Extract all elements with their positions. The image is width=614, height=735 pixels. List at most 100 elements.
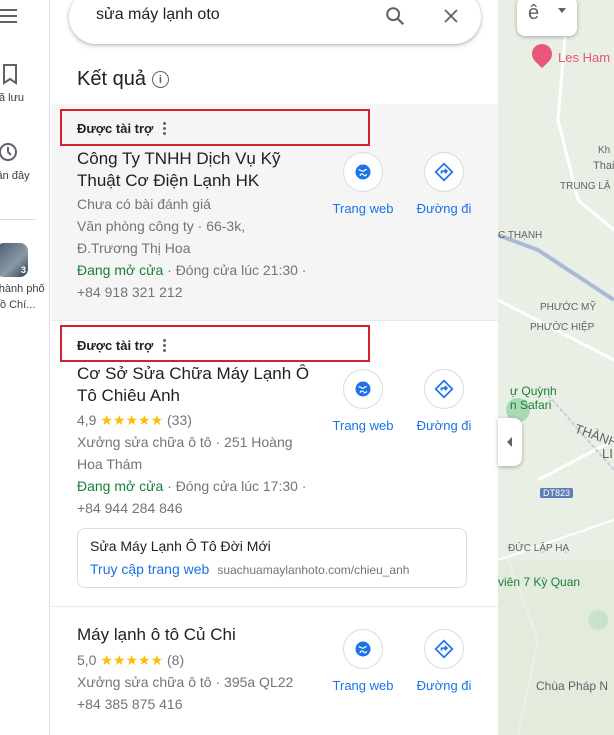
recent-place-thumbnail: 3 <box>0 243 28 277</box>
clear-button[interactable] <box>437 2 465 30</box>
rating-value: 5,0 <box>77 652 97 668</box>
directions-icon <box>434 379 454 399</box>
review-count: (33) <box>167 412 192 428</box>
left-rail: Đã lưu Gần đây 3 Thành phố Hồ Chí... <box>0 0 50 735</box>
saved-button[interactable]: Đã lưu <box>0 62 44 106</box>
business-name-line2: Thuật Cơ Điện Lạnh HK <box>77 171 260 190</box>
map-label-chua-phap: Chùa Pháp N <box>536 679 609 693</box>
website-button[interactable]: Trang web <box>323 629 403 693</box>
review-count: (8) <box>167 652 185 668</box>
website-circle <box>343 369 383 409</box>
sponsored-label: Được tài trợ <box>77 338 154 353</box>
map-label-duc-lap-ha: ĐỨC LẬP HẠ <box>508 543 570 554</box>
business-name[interactable]: Máy lạnh ô tô Củ Chi <box>77 624 337 646</box>
map-label-thanh: C THẠNH <box>498 230 543 241</box>
website-label: Trang web <box>332 678 394 693</box>
ad-title: Sửa Máy Lạnh Ô Tô Đời Mới <box>90 538 271 554</box>
search-box[interactable]: sửa máy lạnh oto <box>69 0 481 44</box>
map-label-7-ky-quan: viên 7 Kỳ Quan <box>498 575 581 589</box>
recent-place-line2: Hồ Chí... <box>0 299 36 311</box>
ad-box[interactable]: Sửa Máy Lạnh Ô Tô Đời Mới Truy cập trang… <box>77 528 467 588</box>
directions-label: Đường đi <box>416 201 472 216</box>
map-layer-control[interactable]: ê <box>517 0 577 36</box>
directions-button[interactable]: Đường đi <box>404 629 484 693</box>
business-name-line1: Cơ Sở Sửa Chữa Máy Lạnh Ô <box>77 364 310 383</box>
open-status: Đang mở cửa <box>77 478 164 494</box>
ad-link[interactable]: Truy cập trang web suachuamaylanhoto.com/… <box>90 561 409 577</box>
directions-circle <box>424 629 464 669</box>
search-icon <box>386 7 405 26</box>
rating-value: 4,9 <box>77 412 97 428</box>
map-view[interactable]: Les Ham Kh Thai C TRUNG LẬ C THẠNH PHƯỚC… <box>498 0 614 735</box>
recent-button[interactable]: Gần đây <box>0 140 44 184</box>
business-name-line2: Tô Chiêu Anh <box>77 386 181 405</box>
address-line1: Xưởng sửa chữa ô tô · 395a QL22 <box>77 674 294 690</box>
map-label-phuoc-my: PHƯỚC MỸ <box>540 302 597 313</box>
directions-button[interactable]: Đường đi <box>404 152 484 216</box>
chevron-left-icon <box>507 437 512 447</box>
website-button[interactable]: Trang web <box>323 152 403 216</box>
recent-place-count-badge: 3 <box>20 265 26 275</box>
search-button[interactable] <box>381 2 409 30</box>
rating-text: Chưa có bài đánh giá <box>77 196 211 212</box>
map-label-safari: n Safari <box>510 398 552 412</box>
map-label-kh: Kh <box>598 145 611 156</box>
results-title: Kết quả <box>77 68 146 90</box>
search-input[interactable]: sửa máy lạnh oto <box>96 6 220 24</box>
more-options-icon[interactable] <box>163 339 167 352</box>
map-label-li: LI <box>602 446 613 461</box>
info-icon[interactable]: i <box>151 71 169 88</box>
results-heading: Kết quả i <box>77 68 169 91</box>
map-label-quynh: ự Quỳnh <box>510 384 557 398</box>
sponsored-row: Được tài trợ <box>77 338 167 353</box>
sponsored-label: Được tài trợ <box>77 121 154 136</box>
map-label-phuoc-hiep: PHƯỚC HIỆP <box>530 322 595 333</box>
website-circle <box>343 629 383 669</box>
bookmark-icon <box>3 64 17 85</box>
more-options-icon[interactable] <box>163 122 167 135</box>
close-icon <box>444 9 458 23</box>
ad-link-label: Truy cập trang web <box>90 561 210 577</box>
website-label: Trang web <box>332 418 394 433</box>
hours-row: Đang mở cửa · Đóng cửa lúc 21:30 · <box>77 259 306 281</box>
result-card-2[interactable]: Được tài trợ Cơ Sở Sửa Chữa Máy Lạnh Ô T… <box>51 321 498 606</box>
website-circle <box>343 152 383 192</box>
business-name[interactable]: Cơ Sở Sửa Chữa Máy Lạnh Ô Tô Chiêu Anh <box>77 363 327 407</box>
app-root: Đã lưu Gần đây 3 Thành phố Hồ Chí... Đượ… <box>0 0 614 735</box>
globe-icon <box>355 641 371 657</box>
saved-label: Đã lưu <box>0 92 25 104</box>
address-line2: Hoa Thám <box>77 456 143 472</box>
closing-time: · Đóng cửa lúc 17:30 · <box>163 478 307 494</box>
directions-button[interactable]: Đường đi <box>404 369 484 433</box>
chevron-down-icon[interactable] <box>558 8 566 13</box>
directions-icon <box>434 162 454 182</box>
results-panel: Được tài trợ Công Ty TNHH Dịch Vụ Kỹ Thu… <box>51 0 498 735</box>
business-name[interactable]: Công Ty TNHH Dịch Vụ Kỹ Thuật Cơ Điện Lạ… <box>77 148 327 192</box>
website-button[interactable]: Trang web <box>323 369 403 433</box>
directions-circle <box>424 152 464 192</box>
address-line2: Đ.Trương Thị Hoa <box>77 240 191 256</box>
rail-divider <box>0 219 36 220</box>
menu-button[interactable] <box>0 4 46 28</box>
globe-icon <box>355 381 371 397</box>
result-card-3[interactable]: Máy lạnh ô tô Củ Chi 5,0 ★★★★★ (8) Xưởng… <box>51 607 498 735</box>
hours-row: Đang mở cửa · Đóng cửa lúc 17:30 · <box>77 475 306 497</box>
map-route-badge: DT823 <box>540 488 574 498</box>
directions-icon <box>434 639 454 659</box>
rating-stars: ★★★★★ <box>100 652 164 668</box>
sponsored-row: Được tài trợ <box>77 121 167 136</box>
recent-place[interactable]: 3 Thành phố Hồ Chí... <box>0 243 46 313</box>
phone: +84 385 875 416 <box>77 696 183 712</box>
collapse-panel-button[interactable] <box>498 418 522 466</box>
map-label-thai: Thai C <box>593 160 614 172</box>
menu-icon <box>0 9 17 23</box>
result-card-1[interactable]: Được tài trợ Công Ty TNHH Dịch Vụ Kỹ Thu… <box>51 104 498 320</box>
address-line1: Văn phòng công ty · 66-3k, <box>77 218 246 234</box>
globe-icon <box>355 164 371 180</box>
map-label-trung-lap: TRUNG LẬ <box>560 181 611 192</box>
website-label: Trang web <box>332 201 394 216</box>
directions-label: Đường đi <box>416 678 472 693</box>
map-roads <box>498 0 614 735</box>
business-name-line1: Công Ty TNHH Dịch Vụ Kỹ <box>77 149 281 168</box>
map-label-les-ham: Les Ham <box>558 50 611 65</box>
